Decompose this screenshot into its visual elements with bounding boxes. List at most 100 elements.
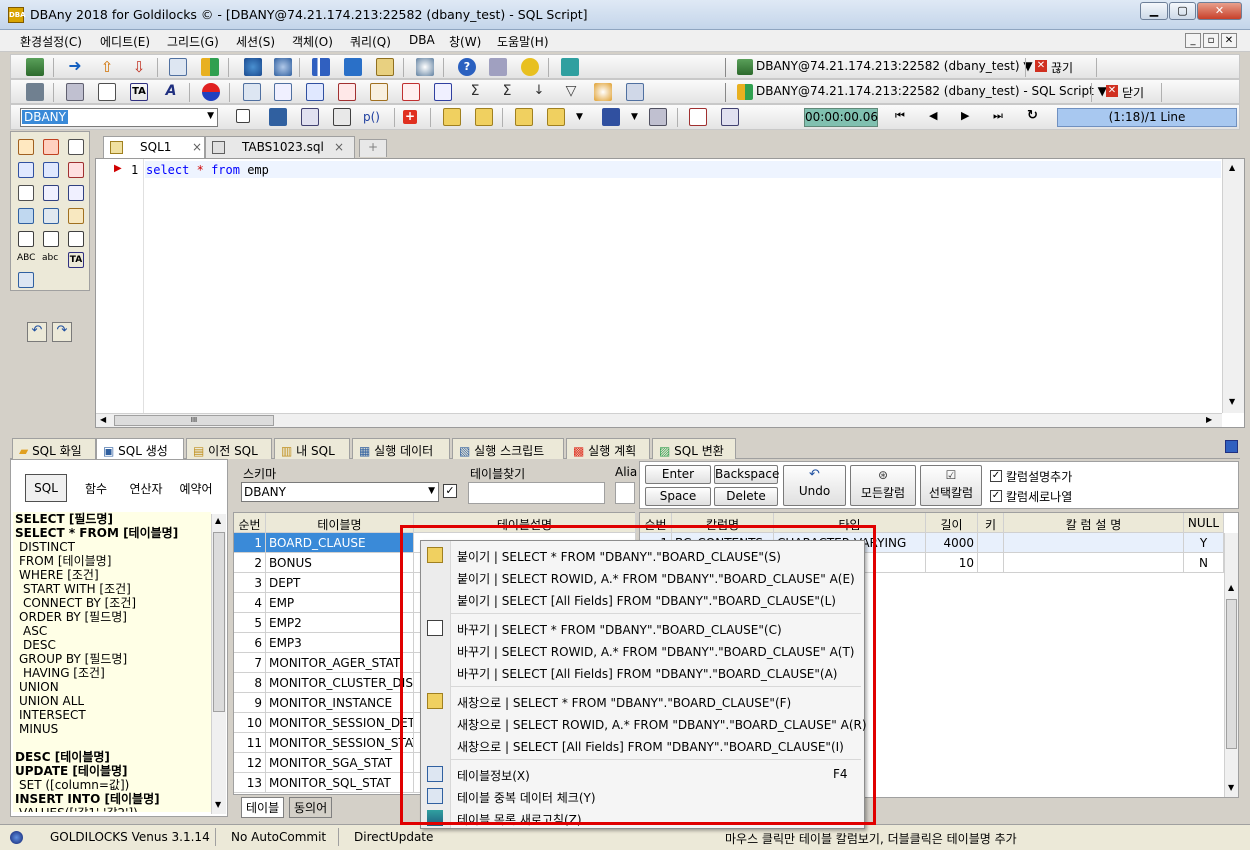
- menu-window[interactable]: 창(W): [449, 33, 481, 50]
- list-view-icon[interactable]: [18, 272, 34, 288]
- sql-template-item[interactable]: ORDER BY [필드명]: [19, 610, 127, 624]
- table-name-cell[interactable]: EMP2: [266, 613, 414, 633]
- folder-new-icon[interactable]: [443, 108, 461, 126]
- scroll-left-icon[interactable]: ◀: [100, 415, 106, 424]
- table-name-cell[interactable]: MONITOR_CLUSTER_DISPA: [266, 673, 414, 693]
- sql-template-item[interactable]: WHERE [조건]: [19, 568, 99, 582]
- table-name-cell[interactable]: MONITOR_AGER_STAT: [266, 653, 414, 673]
- upload-icon[interactable]: ⇧: [98, 58, 116, 76]
- monitor-icon[interactable]: [344, 58, 362, 76]
- backspace-button[interactable]: Backspace: [714, 465, 779, 484]
- text-format-icon[interactable]: TA: [130, 83, 148, 101]
- tool-icon[interactable]: [26, 83, 44, 101]
- column-cell[interactable]: [978, 533, 1004, 553]
- sql-list-scrollbar[interactable]: ▲ ▼: [211, 514, 226, 814]
- comment-icon[interactable]: [18, 139, 34, 155]
- tab-exec-data[interactable]: ▦ 실행 데이터: [352, 438, 450, 459]
- undo-icon[interactable]: ↶: [27, 322, 47, 342]
- tab-exec-plan[interactable]: ▩ 실행 계획: [566, 438, 650, 459]
- script-selector[interactable]: DBANY@74.21.174.213:22582 (dbany_test) -…: [756, 84, 1107, 98]
- schema-checkbox[interactable]: ✓: [443, 484, 457, 498]
- find-icon[interactable]: [416, 58, 434, 76]
- menu-dba[interactable]: DBA: [409, 33, 435, 47]
- prev-record-icon[interactable]: ◀: [929, 109, 937, 122]
- font-icon[interactable]: A: [162, 83, 180, 101]
- list-icon[interactable]: [169, 58, 187, 76]
- sum-icon[interactable]: Σ: [466, 83, 484, 101]
- sql-template-item[interactable]: START WITH [조건]: [23, 582, 131, 596]
- tab-previous-sql[interactable]: ▤ 이전 SQL: [186, 438, 272, 459]
- delete-button[interactable]: Delete: [714, 487, 778, 506]
- scroll-thumb[interactable]: [213, 532, 225, 712]
- doc-lines-icon[interactable]: [68, 139, 84, 155]
- column-cell[interactable]: [1004, 553, 1184, 573]
- schema-select[interactable]: DBANY ▼: [241, 482, 439, 502]
- autocommit-status[interactable]: No AutoCommit: [231, 830, 326, 844]
- uncomment-icon[interactable]: [43, 139, 59, 155]
- save-icon[interactable]: [602, 108, 620, 126]
- col-header-null[interactable]: NULL: [1184, 513, 1224, 533]
- table-name-cell[interactable]: BONUS: [266, 553, 414, 573]
- tab-sql1[interactable]: SQL1 ×: [103, 136, 205, 158]
- sql-template-item[interactable]: VALUES(['값1','값2']): [19, 806, 138, 812]
- table-edit-icon[interactable]: [274, 83, 292, 101]
- sql-icon[interactable]: [201, 58, 219, 76]
- close-icon[interactable]: ×: [334, 140, 344, 154]
- mdi-restore-button[interactable]: ▫: [1203, 33, 1219, 48]
- align-left-icon[interactable]: [18, 185, 34, 201]
- segment-sql[interactable]: SQL: [25, 474, 67, 502]
- scroll-up-icon[interactable]: ▲: [1229, 163, 1235, 172]
- table-name-cell[interactable]: BOARD_CLAUSE: [266, 533, 414, 553]
- wrap-icon[interactable]: [68, 231, 84, 247]
- segment-functions[interactable]: 함수: [73, 474, 119, 502]
- search-icon[interactable]: [594, 83, 612, 101]
- sql-template-item[interactable]: UNION: [19, 680, 59, 694]
- scroll-down-icon[interactable]: ▼: [1229, 397, 1235, 406]
- doc-icon[interactable]: [376, 58, 394, 76]
- redo-icon[interactable]: ↷: [52, 322, 72, 342]
- menu-settings[interactable]: 환경설정(C): [20, 33, 82, 50]
- sum-alt-icon[interactable]: Σ: [498, 83, 516, 101]
- table-name-cell[interactable]: EMP3: [266, 633, 414, 653]
- sql-template-item[interactable]: FROM [테이블명]: [19, 554, 111, 568]
- column-cell[interactable]: [978, 553, 1004, 573]
- refresh-icon[interactable]: ↻: [1027, 108, 1038, 123]
- sql-editor[interactable]: ▶ 1 select * from emp ▲ ▼ ◀ III ▶: [95, 158, 1245, 428]
- column-cell[interactable]: Y: [1184, 533, 1224, 553]
- table-name-cell[interactable]: MONITOR_SGA_STAT: [266, 753, 414, 773]
- sql-template-item[interactable]: UNION ALL: [19, 694, 84, 708]
- new-doc-icon[interactable]: [98, 83, 116, 101]
- segment-operators[interactable]: 연산자: [121, 474, 171, 502]
- table-name-cell[interactable]: MONITOR_SESSION_STAT: [266, 733, 414, 753]
- tab-sql-generate[interactable]: ▣ SQL 생성: [96, 438, 184, 459]
- table-import-icon[interactable]: [402, 83, 420, 101]
- col-header-length[interactable]: 길이: [926, 513, 978, 533]
- sql-template-item[interactable]: GROUP BY [필드명]: [19, 652, 127, 666]
- checkbox-icon[interactable]: [236, 109, 250, 123]
- procedure-button[interactable]: p(): [363, 110, 380, 124]
- menu-object[interactable]: 객체(O): [292, 33, 333, 50]
- menu-edit[interactable]: 에디트(E): [100, 33, 150, 50]
- explain-icon[interactable]: [333, 108, 351, 126]
- vertical-list-checkbox[interactable]: ✓: [990, 490, 1002, 502]
- close-button[interactable]: ✕: [1197, 2, 1242, 20]
- sql-template-item[interactable]: HAVING [조건]: [23, 666, 105, 680]
- scroll-up-icon[interactable]: ▲: [215, 516, 221, 525]
- lowercase-icon[interactable]: abc: [42, 253, 58, 263]
- selected-columns-button[interactable]: ☑ 선택칼럼: [920, 465, 982, 506]
- print-icon[interactable]: [649, 108, 667, 126]
- menu-session[interactable]: 세션(S): [236, 33, 275, 50]
- help-icon[interactable]: ?: [458, 58, 476, 76]
- tab-tables[interactable]: 테이블: [241, 797, 285, 818]
- scroll-down-icon[interactable]: ▼: [1228, 783, 1234, 792]
- minimize-button[interactable]: ▁: [1140, 2, 1168, 20]
- table-compare-icon[interactable]: [434, 83, 452, 101]
- col-header-no[interactable]: 순번: [234, 513, 266, 533]
- open-recent-icon[interactable]: [547, 108, 565, 126]
- pin-icon[interactable]: [1225, 440, 1238, 453]
- columns-scrollbar[interactable]: ▲ ▼: [1224, 533, 1238, 797]
- block-icon[interactable]: [43, 208, 59, 224]
- grid-plus-icon[interactable]: [43, 231, 59, 247]
- vertical-scrollbar[interactable]: ▲ ▼: [1222, 159, 1244, 413]
- arrow-right-icon[interactable]: ➜: [66, 58, 84, 76]
